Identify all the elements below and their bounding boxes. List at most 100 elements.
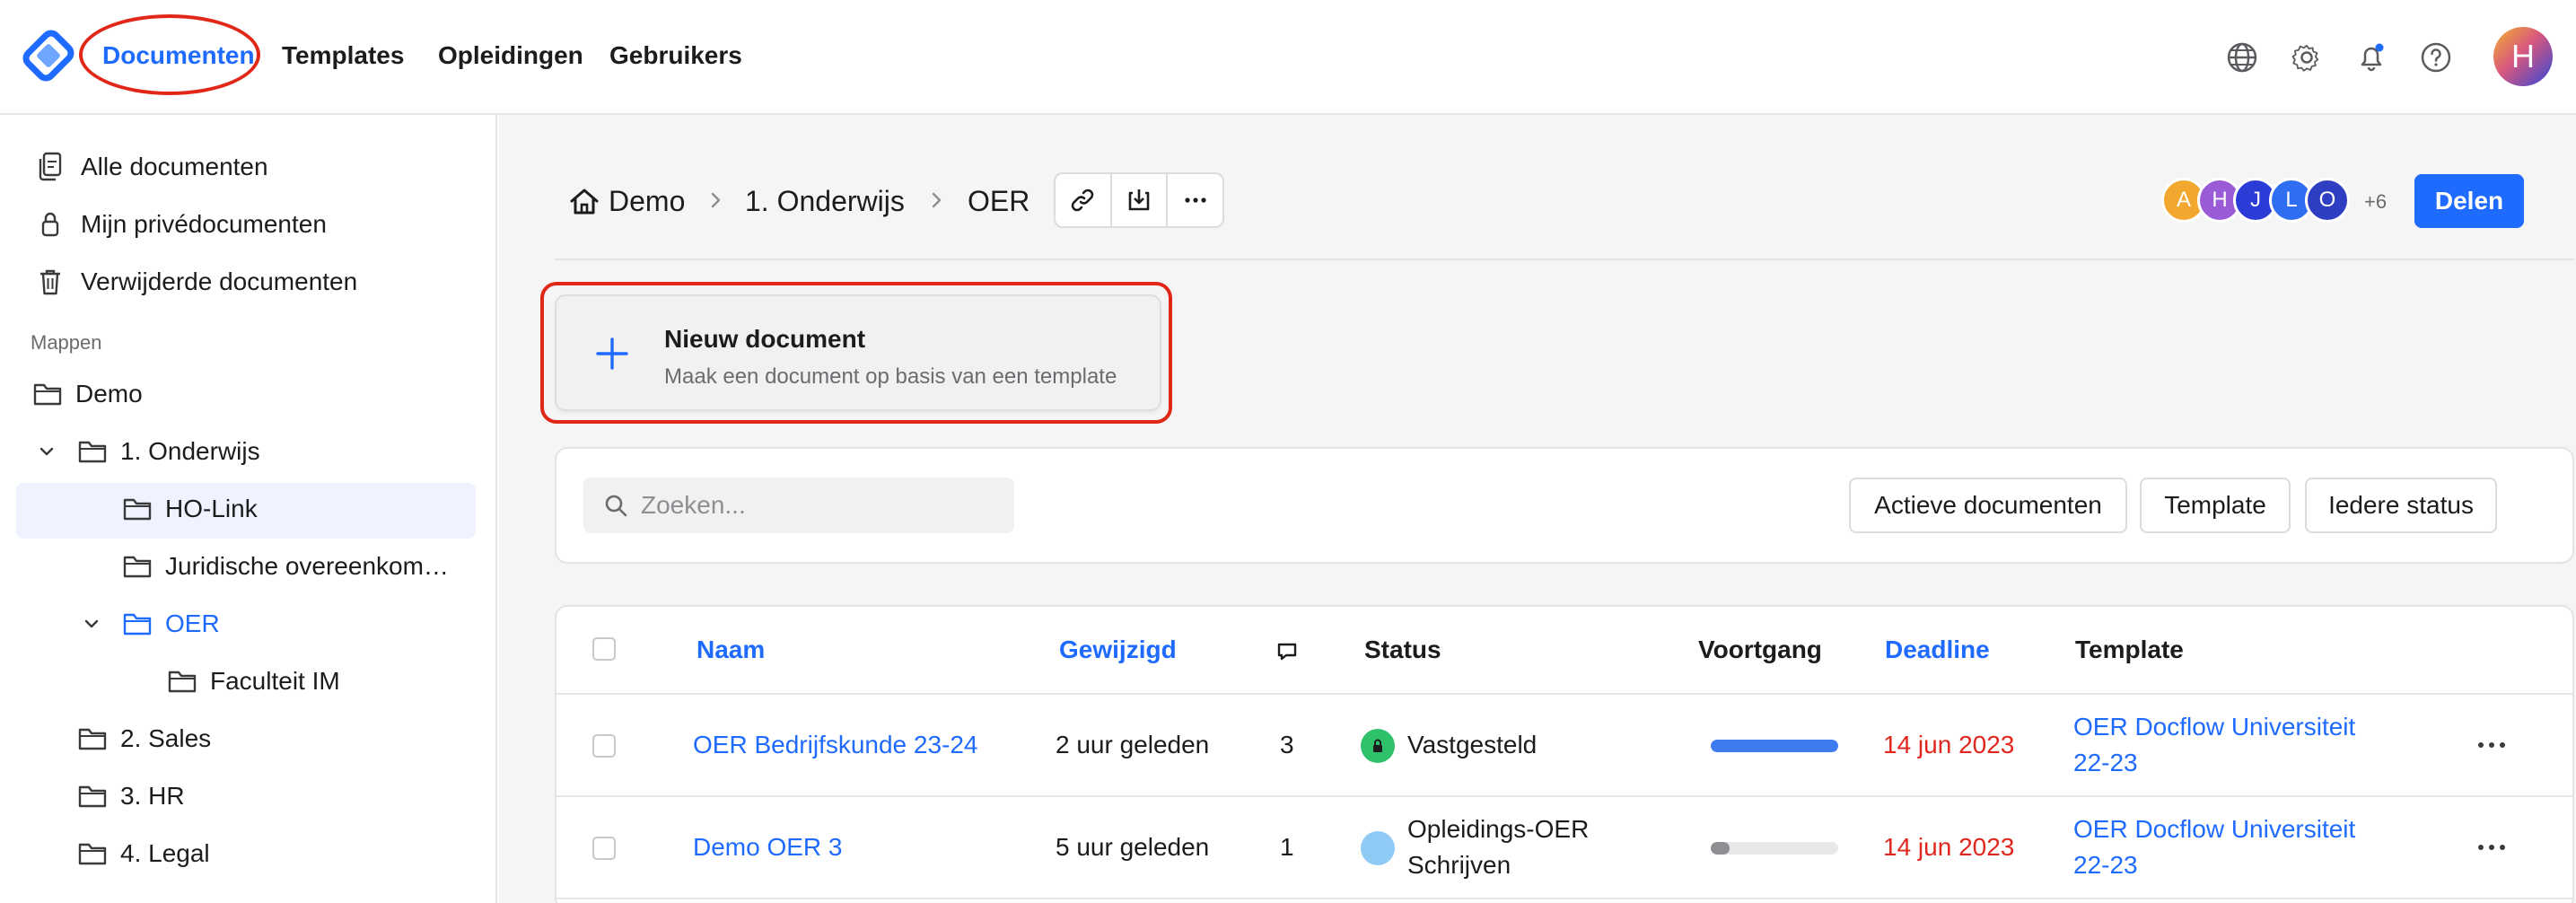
mappen-section-title: Mappen bbox=[31, 331, 102, 354]
folder-legal[interactable]: 4. Legal bbox=[77, 831, 210, 876]
trash-icon bbox=[40, 269, 60, 295]
folder-label: Demo bbox=[75, 380, 143, 408]
new-document-subtitle: Maak een document op basis van een templ… bbox=[664, 364, 1117, 389]
folder-label: OER bbox=[165, 609, 220, 637]
documents-table: Naam Gewijzigd Status Voortgang Deadline… bbox=[555, 605, 2574, 903]
new-document-title: Nieuw document bbox=[664, 325, 866, 353]
sidebar-item-label: Alle documenten bbox=[81, 153, 268, 180]
lock-icon bbox=[41, 212, 59, 237]
document-name[interactable]: Demo OER 3 bbox=[693, 833, 843, 862]
status-label-line2: Schrijven bbox=[1407, 851, 1511, 879]
folder-icon bbox=[168, 671, 197, 693]
deadline: 14 jun 2023 bbox=[1883, 833, 2015, 861]
folder-label: 2. Sales bbox=[120, 724, 212, 752]
modified-time: 5 uur geleden bbox=[1056, 833, 1210, 861]
sidebar-item-alle-documenten[interactable]: Alle documenten bbox=[36, 145, 268, 188]
sidebar-item-label: Verwijderde documenten bbox=[81, 267, 358, 295]
folder-icon bbox=[78, 843, 107, 865]
column-template: Template bbox=[2075, 636, 2184, 663]
folder-icon bbox=[123, 556, 152, 578]
nav-opleidingen[interactable]: Opleidingen bbox=[438, 41, 583, 70]
more-collaborators-count[interactable]: +6 bbox=[2364, 190, 2387, 214]
folder-icon bbox=[123, 498, 152, 521]
sidebar-item-mijn-privedocumenten[interactable]: Mijn privédocumenten bbox=[36, 203, 327, 246]
folder-icon bbox=[33, 383, 62, 406]
share-button[interactable]: Delen bbox=[2414, 174, 2524, 228]
link-icon bbox=[1072, 188, 1094, 212]
breadcrumb-onderwijs[interactable]: 1. Onderwijs bbox=[745, 185, 905, 218]
top-bar: Documenten Templates Opleidingen Gebruik… bbox=[0, 0, 2576, 115]
nav-gebruikers[interactable]: Gebruikers bbox=[609, 41, 742, 70]
chevron-down-icon[interactable] bbox=[81, 613, 102, 635]
folder-juridische-overeenkomsten[interactable]: Juridische overeenkom… bbox=[122, 544, 449, 589]
filter-status[interactable]: Iedere status bbox=[2305, 478, 2497, 533]
chevron-right-icon bbox=[932, 192, 942, 208]
more-actions-button[interactable] bbox=[1168, 174, 1222, 226]
breadcrumb-demo[interactable]: Demo bbox=[609, 185, 685, 218]
user-avatar[interactable]: H bbox=[2493, 27, 2553, 86]
filter-actieve-documenten[interactable]: Actieve documenten bbox=[1849, 478, 2127, 533]
folder-label: HO-Link bbox=[165, 495, 258, 522]
select-all-checkbox[interactable] bbox=[592, 637, 616, 661]
comment-count: 3 bbox=[1280, 731, 1294, 758]
sidebar-item-label: Mijn privédocumenten bbox=[81, 210, 327, 238]
progress-bar bbox=[1711, 842, 1838, 855]
collaborator-avatars[interactable]: A H J L O bbox=[2161, 178, 2350, 223]
bell-icon[interactable] bbox=[2353, 39, 2389, 75]
row-more-icon[interactable] bbox=[2474, 736, 2510, 754]
folder-hr[interactable]: 3. HR bbox=[77, 774, 185, 819]
copy-link-button[interactable] bbox=[1056, 174, 1112, 226]
row-more-icon[interactable] bbox=[2474, 838, 2510, 856]
globe-icon[interactable] bbox=[2224, 39, 2260, 75]
document-name[interactable]: OER Bedrijfskunde 23-24 bbox=[693, 731, 978, 759]
search-box[interactable] bbox=[583, 478, 1014, 533]
sidebar: Alle documenten Mijn privédocumenten Ver… bbox=[0, 115, 497, 903]
gear-icon[interactable] bbox=[2289, 39, 2325, 75]
chevron-down-icon[interactable] bbox=[36, 441, 57, 462]
folder-icon bbox=[78, 441, 107, 463]
folder-icon bbox=[78, 728, 107, 750]
row-checkbox[interactable] bbox=[592, 837, 616, 860]
modified-time: 2 uur geleden bbox=[1056, 731, 1210, 758]
folder-ho-link[interactable]: HO-Link bbox=[122, 487, 258, 531]
column-gewijzigd[interactable]: Gewijzigd bbox=[1059, 636, 1177, 664]
template-link-line2[interactable]: 22-23 bbox=[2073, 749, 2138, 777]
column-voortgang: Voortgang bbox=[1698, 636, 1822, 663]
template-link-line2[interactable]: 22-23 bbox=[2073, 851, 2138, 880]
nav-templates[interactable]: Templates bbox=[282, 41, 404, 70]
sidebar-item-verwijderde-documenten[interactable]: Verwijderde documenten bbox=[36, 260, 357, 303]
column-status: Status bbox=[1364, 636, 1441, 663]
folder-demo[interactable]: Demo bbox=[32, 372, 143, 416]
deadline: 14 jun 2023 bbox=[1883, 731, 2015, 758]
column-deadline[interactable]: Deadline bbox=[1885, 636, 1990, 664]
template-link[interactable]: OER Docflow Universiteit bbox=[2073, 713, 2355, 741]
breadcrumb-oer[interactable]: OER bbox=[968, 185, 1030, 218]
search-input[interactable] bbox=[641, 491, 1000, 520]
filter-template[interactable]: Template bbox=[2140, 478, 2291, 533]
template-link[interactable]: OER Docflow Universiteit bbox=[2073, 815, 2355, 844]
row-checkbox[interactable] bbox=[592, 734, 616, 758]
app-logo-icon[interactable] bbox=[20, 27, 77, 84]
divider bbox=[556, 898, 2572, 899]
folder-label: 1. Onderwijs bbox=[120, 437, 260, 465]
lock-icon bbox=[1373, 739, 1382, 752]
folder-faculteit-im[interactable]: Faculteit IM bbox=[167, 659, 340, 704]
new-document-card[interactable]: Nieuw document Maak een document op basi… bbox=[555, 294, 1161, 411]
download-icon bbox=[1128, 189, 1150, 211]
nav-documenten[interactable]: Documenten bbox=[102, 41, 255, 70]
folder-sales[interactable]: 2. Sales bbox=[77, 716, 211, 761]
status-indicator bbox=[1361, 729, 1395, 763]
progress-bar bbox=[1711, 740, 1838, 752]
home-icon[interactable] bbox=[567, 185, 601, 219]
folder-oer[interactable]: OER bbox=[81, 601, 220, 646]
chevron-right-icon bbox=[711, 192, 721, 208]
download-button[interactable] bbox=[1112, 174, 1169, 226]
help-icon[interactable] bbox=[2418, 39, 2454, 75]
folder-label: Juridische overeenkom… bbox=[165, 552, 449, 580]
status-indicator bbox=[1361, 831, 1395, 865]
main-content: Demo 1. Onderwijs OER A H J L O +6 Delen… bbox=[499, 115, 2576, 903]
search-icon bbox=[605, 495, 627, 517]
folder-onderwijs[interactable]: 1. Onderwijs bbox=[36, 429, 260, 474]
documents-icon bbox=[39, 152, 62, 181]
column-naam[interactable]: Naam bbox=[697, 636, 765, 664]
